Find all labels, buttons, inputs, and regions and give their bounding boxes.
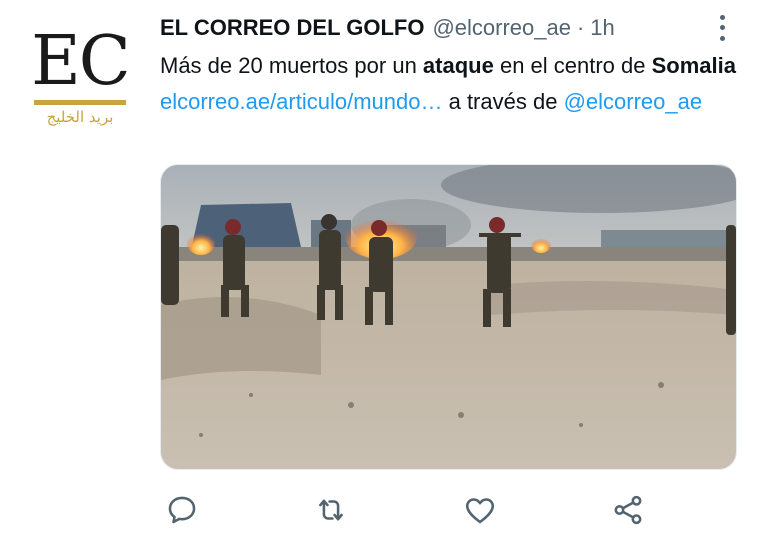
share-icon	[614, 495, 642, 525]
like-icon	[465, 498, 495, 524]
avatar-logo-subtitle: بريد الخليج	[46, 108, 114, 126]
reply-button[interactable]	[160, 488, 204, 532]
author-name[interactable]: EL CORREO DEL GOLFO	[160, 15, 424, 41]
video-thumbnail[interactable]	[160, 164, 737, 470]
tweet-text-part: en el centro de	[493, 53, 652, 78]
tweet-text-bold: Somalia	[651, 53, 736, 78]
avatar[interactable]: EC بريد الخليج	[20, 18, 140, 138]
tweet-header: EL CORREO DEL GOLFO @elcorreo_ae · 1h	[160, 10, 740, 46]
tweet-actions	[160, 488, 680, 534]
reply-icon	[168, 496, 196, 524]
like-button[interactable]	[458, 488, 502, 532]
more-dot	[719, 25, 725, 31]
tweet-text-part: a través de	[442, 89, 564, 114]
more-options-icon[interactable]	[718, 12, 726, 44]
header-separator: ·	[576, 15, 585, 40]
retweet-icon	[319, 499, 343, 521]
retweet-button[interactable]	[309, 488, 353, 532]
media-image	[161, 165, 736, 469]
more-dot	[719, 36, 725, 42]
tweet-text-part: Más de 20 muertos por un	[160, 53, 423, 78]
mention-link[interactable]: @elcorreo_ae	[564, 89, 703, 114]
avatar-logo-bar	[34, 100, 126, 105]
more-dot	[719, 14, 725, 20]
author-handle[interactable]: @elcorreo_ae	[432, 15, 571, 41]
tweet-text: Más de 20 muertos por un ataque en el ce…	[160, 48, 740, 120]
avatar-logo-text: EC	[31, 22, 131, 101]
tweet-text-bold: ataque	[422, 53, 494, 78]
tweet-timestamp[interactable]: 1h	[590, 15, 614, 41]
share-button[interactable]	[606, 488, 650, 532]
article-link[interactable]: elcorreo.ae/articulo/mundo…	[160, 89, 442, 114]
